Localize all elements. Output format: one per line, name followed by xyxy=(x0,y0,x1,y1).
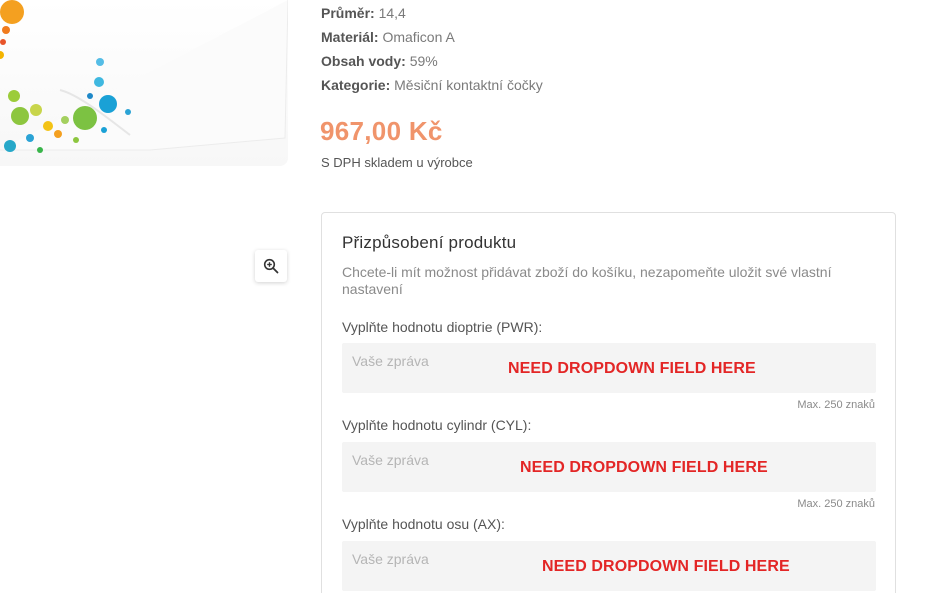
cyl-char-limit: Max. 250 znaků xyxy=(797,498,875,510)
tax-note: S DPH skladem u výrobce xyxy=(321,155,473,170)
spec-key: Kategorie: xyxy=(321,77,391,93)
spec-value: Omaficon A xyxy=(382,29,455,45)
field-label-pwr: Vyplňte hodnotu dioptrie (PWR): xyxy=(342,319,543,335)
pwr-input[interactable]: Vaše zpráva NEED DROPDOWN FIELD HERE xyxy=(342,343,876,393)
ax-input[interactable]: Vaše zpráva NEED DROPDOWN FIELD HERE xyxy=(342,541,876,591)
field-label-ax: Vyplňte hodnotu osu (AX): xyxy=(342,516,505,532)
product-image-graphic xyxy=(0,0,288,153)
customization-title: Přizpůsobení produktu xyxy=(342,233,517,252)
spec-diameter: Průměr: 14,4 xyxy=(321,3,543,27)
spec-value: 59% xyxy=(409,53,438,69)
spec-category: Kategorie: Měsiční kontaktní čočky xyxy=(321,75,543,99)
pwr-char-limit: Max. 250 znaků xyxy=(797,399,875,411)
spec-key: Materiál: xyxy=(321,29,379,45)
pwr-dropdown-note: NEED DROPDOWN FIELD HERE xyxy=(508,360,756,377)
product-specs: Průměr: 14,4 Materiál: Omaficon A Obsah … xyxy=(321,3,543,99)
spec-water-content: Obsah vody: 59% xyxy=(321,51,543,75)
cyl-dropdown-note: NEED DROPDOWN FIELD HERE xyxy=(520,459,768,476)
spec-material: Materiál: Omaficon A xyxy=(321,27,543,51)
spec-key: Obsah vody: xyxy=(321,53,406,69)
field-label-cyl: Vyplňte hodnotu cylindr (CYL): xyxy=(342,417,532,433)
customization-description: Chcete-li mít možnost přidávat zboží do … xyxy=(342,264,832,297)
product-image[interactable] xyxy=(0,0,288,166)
zoom-in-icon xyxy=(263,258,279,274)
pwr-input-placeholder: Vaše zpráva xyxy=(352,353,429,369)
ax-input-placeholder: Vaše zpráva xyxy=(352,551,429,567)
customization-panel: Přizpůsobení produktu Chcete-li mít možn… xyxy=(321,212,896,593)
cyl-input[interactable]: Vaše zpráva NEED DROPDOWN FIELD HERE xyxy=(342,442,876,492)
spec-key: Průměr: xyxy=(321,5,375,21)
spec-value: Měsiční kontaktní čočky xyxy=(394,77,543,93)
product-price: 967,00 Kč xyxy=(320,116,443,146)
ax-dropdown-note: NEED DROPDOWN FIELD HERE xyxy=(542,558,790,575)
spec-value: 14,4 xyxy=(378,5,406,21)
cyl-input-placeholder: Vaše zpráva xyxy=(352,452,429,468)
zoom-button[interactable] xyxy=(255,250,287,282)
